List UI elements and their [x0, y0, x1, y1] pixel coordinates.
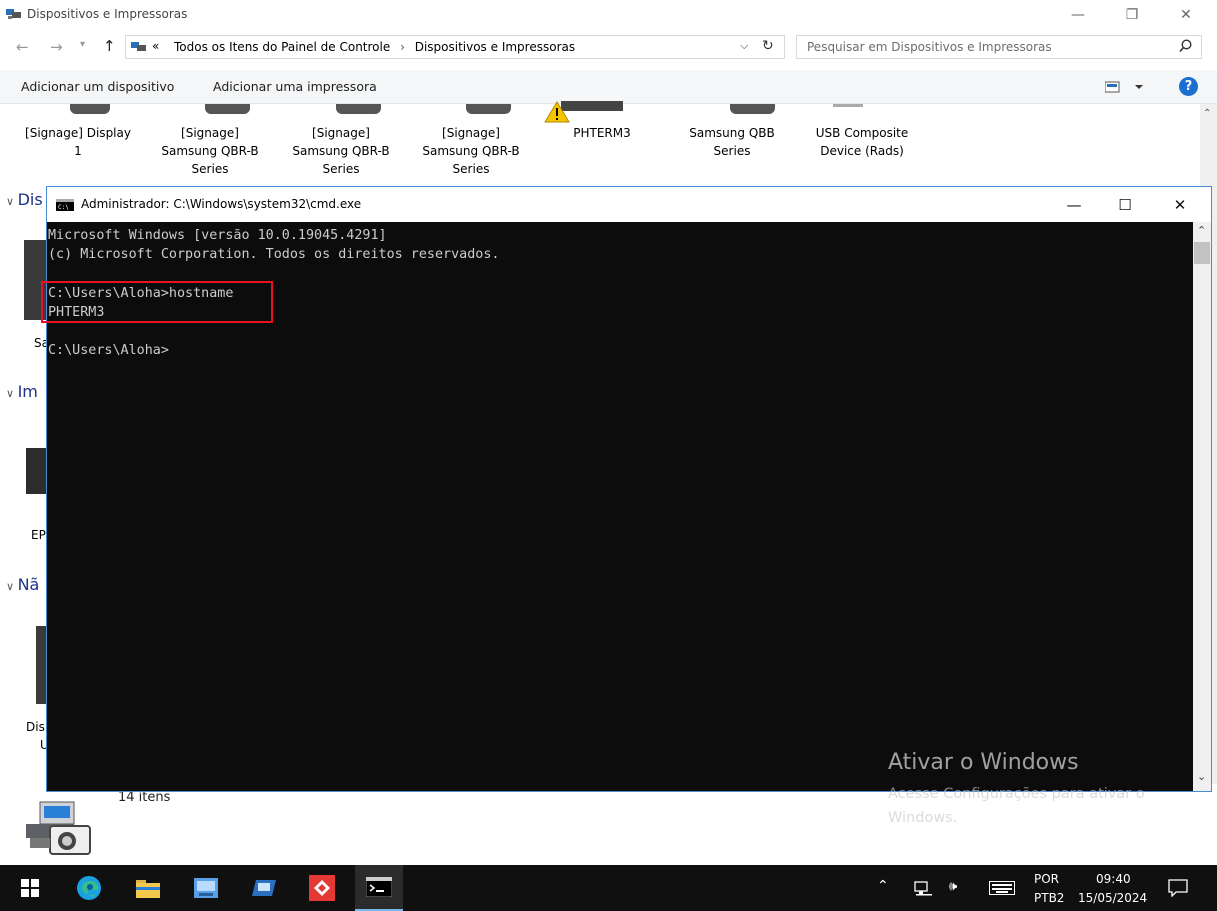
up-arrow-icon[interactable]: ↑: [103, 37, 116, 55]
cmd-minimize-button[interactable]: —: [1051, 187, 1097, 222]
warning-icon: [543, 101, 623, 126]
svg-text:C:\: C:\: [58, 204, 69, 211]
maximize-button[interactable]: ❐: [1109, 0, 1155, 30]
activation-watermark-title: Ativar o Windows: [888, 750, 1079, 775]
devices-folder-icon: [22, 800, 92, 861]
cmd-title: Administrador: C:\Windows\system32\cmd.e…: [81, 197, 362, 211]
device-item[interactable]: [Signage] Samsung QBR-B Series: [155, 124, 265, 178]
samsung-display-icon: [466, 104, 511, 114]
address-dropdown-icon[interactable]: ⌵: [740, 39, 748, 53]
device-item[interactable]: [Signage] Display 1: [23, 124, 133, 160]
windows-logo-icon: [21, 879, 39, 897]
recent-chevron-icon[interactable]: ▾: [80, 39, 85, 50]
breadcrumb-item-devices[interactable]: Dispositivos e Impressoras: [415, 40, 575, 54]
devices-printers-icon: [6, 8, 21, 20]
edge-icon[interactable]: [65, 865, 113, 911]
address-bar[interactable]: « Todos os Itens do Painel de Controle ›…: [125, 35, 785, 59]
file-explorer-icon[interactable]: [124, 865, 172, 911]
minimize-button[interactable]: —: [1055, 0, 1101, 30]
control-panel-taskbar-icon[interactable]: [182, 865, 230, 911]
command-bar: Adicionar um dispositivo Adicionar uma i…: [0, 70, 1217, 104]
device-item[interactable]: Samsung QBB Series: [677, 124, 787, 160]
search-placeholder: Pesquisar em Dispositivos e Impressoras: [807, 40, 1052, 54]
clock-date[interactable]: 15/05/2024: [1078, 891, 1147, 905]
help-button[interactable]: ?: [1179, 77, 1198, 96]
display-device-icon: [70, 104, 110, 114]
close-button[interactable]: ✕: [1163, 0, 1209, 30]
samsung-display-icon: [205, 104, 250, 114]
item-count: 14 itens: [118, 790, 171, 805]
group-header-unspecified[interactable]: ∨ Nã: [6, 575, 39, 594]
volume-icon[interactable]: 🕪: [949, 879, 957, 894]
touch-keyboard-icon[interactable]: [989, 881, 1015, 898]
device-item[interactable]: [Signage] Samsung QBR-B Series: [286, 124, 396, 178]
console-line: Microsoft Windows [versão 10.0.19045.429…: [48, 228, 387, 243]
console-line: (c) Microsoft Corporation. Todos os dire…: [48, 247, 500, 263]
anydesk-icon[interactable]: [298, 865, 346, 911]
hostname-highlight-box: [41, 281, 273, 323]
cmd-titlebar: C:\ Administrador: C:\Windows\system32\c…: [47, 187, 1211, 222]
cmd-window: C:\ Administrador: C:\Windows\system32\c…: [46, 186, 1212, 792]
device-label-partial: Dis: [26, 720, 45, 734]
input-language[interactable]: POR: [1034, 872, 1059, 886]
cmd-taskbar-icon[interactable]: [355, 865, 403, 911]
printer-icon: [26, 448, 46, 494]
forward-arrow-icon[interactable]: →: [50, 38, 63, 56]
display-icon: [36, 626, 46, 704]
view-options-icon[interactable]: [1104, 81, 1145, 96]
breadcrumb: Todos os Itens do Painel de Controle › D…: [174, 40, 575, 54]
scroll-up-icon[interactable]: ⌃: [1203, 108, 1211, 119]
keyboard-layout[interactable]: PTB2: [1034, 891, 1064, 905]
scroll-down-icon[interactable]: ⌄: [1197, 770, 1206, 783]
group-header-devices[interactable]: ∨ Dis: [6, 190, 43, 209]
activation-watermark-subtitle: Acesse Configurações para ativar o Windo…: [888, 786, 1145, 826]
refresh-icon[interactable]: ↻: [762, 38, 774, 54]
explorer-titlebar: Dispositivos e Impressoras — ❐ ✕: [0, 0, 1217, 30]
device-item[interactable]: PHTERM3: [547, 124, 657, 142]
cmd-close-button[interactable]: ✕: [1157, 187, 1203, 222]
scroll-thumb[interactable]: [1194, 242, 1210, 264]
search-input[interactable]: Pesquisar em Dispositivos e Impressoras: [796, 35, 1202, 59]
group-header-printers[interactable]: ∨ Im: [6, 382, 38, 401]
network-icon[interactable]: [914, 881, 932, 900]
control-panel-icon: [131, 41, 146, 56]
console-prompt: C:\Users\Aloha>: [48, 343, 169, 359]
remote-desktop-icon[interactable]: [240, 865, 288, 911]
samsung-display-icon: [336, 104, 381, 114]
notifications-icon[interactable]: [1168, 879, 1188, 900]
search-icon[interactable]: [1179, 39, 1192, 56]
breadcrumb-separator: ›: [400, 40, 405, 54]
printer-label-partial: EP: [31, 528, 46, 542]
add-printer-button[interactable]: Adicionar uma impressora: [213, 79, 377, 94]
add-device-button[interactable]: Adicionar um dispositivo: [21, 79, 174, 94]
window-title: Dispositivos e Impressoras: [27, 7, 188, 21]
clock-time[interactable]: 09:40: [1096, 872, 1131, 886]
start-button[interactable]: [6, 865, 54, 911]
back-arrow-icon[interactable]: ←: [16, 38, 29, 56]
device-item[interactable]: [Signage] Samsung QBR-B Series: [416, 124, 526, 178]
cmd-scrollbar[interactable]: ⌃ ⌄: [1193, 222, 1211, 791]
show-hidden-icons-icon[interactable]: ⌃: [877, 878, 889, 894]
cmd-maximize-button[interactable]: ☐: [1102, 187, 1148, 222]
cmd-app-icon: C:\: [56, 199, 74, 214]
device-item[interactable]: USB Composite Device (Rads): [807, 124, 917, 160]
breadcrumb-overflow[interactable]: «: [152, 39, 159, 53]
scroll-up-icon[interactable]: ⌃: [1197, 224, 1206, 237]
samsung-display-icon: [730, 104, 775, 114]
usb-device-icon: [833, 104, 863, 107]
breadcrumb-item-control-panel[interactable]: Todos os Itens do Painel de Controle: [174, 40, 390, 54]
taskbar: ⌃ 🕪 POR PTB2 09:40 15/05/2024: [0, 865, 1217, 911]
